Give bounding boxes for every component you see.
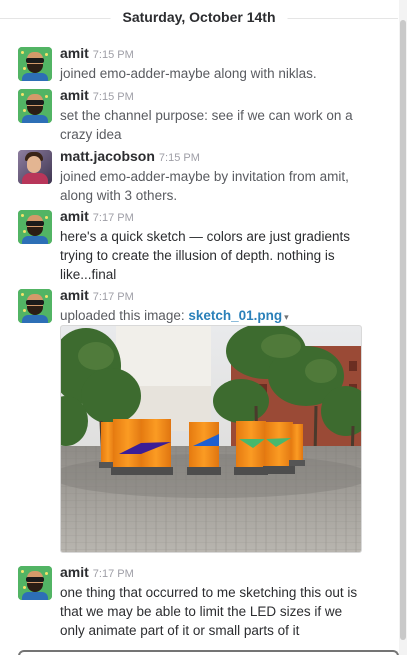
scrollbar-thumb[interactable] [400, 20, 406, 640]
message-pane: Saturday, October 14th amit 7:15 PM joine… [0, 0, 407, 655]
avatar[interactable] [18, 89, 52, 123]
username[interactable]: amit [60, 564, 89, 580]
file-menu-caret-icon[interactable]: ▾ [284, 312, 289, 322]
avatar[interactable] [18, 289, 52, 323]
upload-line: uploaded this image: sketch_01.png ▾ [60, 306, 360, 327]
message-text: joined emo-adder-maybe along with niklas… [60, 66, 317, 81]
upload-prefix: uploaded this image: [60, 308, 189, 323]
message-text-line: set the channel purpose: see if we can w… [60, 108, 353, 123]
message-text-line: one thing that occurred to me sketching … [60, 585, 358, 600]
message-content: amit 7:17 PM uploaded this image: sketch_… [60, 286, 360, 327]
timestamp[interactable]: 7:15 PM [159, 152, 200, 164]
message-content: amit 7:15 PM joined emo-adder-maybe along… [60, 44, 360, 83]
message-text-line: that we may be able to limit the LED siz… [60, 604, 343, 619]
message-text-line: like...final [60, 267, 117, 282]
username[interactable]: matt.jacobson [60, 148, 155, 164]
avatar[interactable] [18, 210, 52, 244]
message-content: matt.jacobson 7:15 PM joined emo-adder-ma… [60, 147, 360, 205]
avatar[interactable] [18, 566, 52, 600]
uploaded-image[interactable] [60, 325, 362, 553]
username[interactable]: amit [60, 208, 89, 224]
file-link[interactable]: sketch_01.png [188, 308, 282, 323]
message-content: amit 7:15 PM set the channel purpose: see… [60, 86, 360, 144]
timestamp[interactable]: 7:15 PM [93, 49, 134, 61]
message-text-line: trying to create the illusion of depth. … [60, 248, 335, 263]
timestamp[interactable]: 7:17 PM [93, 212, 134, 224]
message-text-line: along with 3 others. [60, 188, 178, 203]
message-composer[interactable] [18, 650, 399, 655]
avatar[interactable] [18, 150, 52, 184]
username[interactable]: amit [60, 45, 89, 61]
sketch-image [61, 326, 361, 552]
message-text-line: only animate part of it or small parts o… [60, 623, 300, 638]
username[interactable]: amit [60, 87, 89, 103]
timestamp[interactable]: 7:17 PM [93, 568, 134, 580]
scrollbar[interactable] [399, 0, 407, 655]
timestamp[interactable]: 7:15 PM [93, 91, 134, 103]
message-text-line: here's a quick sketch — colors are just … [60, 229, 350, 244]
username[interactable]: amit [60, 287, 89, 303]
day-divider: Saturday, October 14th [0, 0, 398, 36]
timestamp[interactable]: 7:17 PM [93, 291, 134, 303]
avatar[interactable] [18, 47, 52, 81]
message-content: amit 7:17 PM one thing that occurred to m… [60, 563, 360, 640]
message-text-line: crazy idea [60, 127, 122, 142]
message-text-line: joined emo-adder-maybe by invitation fro… [60, 169, 349, 184]
day-divider-label: Saturday, October 14th [110, 9, 288, 25]
message-content: amit 7:17 PM here's a quick sketch — colo… [60, 207, 360, 284]
